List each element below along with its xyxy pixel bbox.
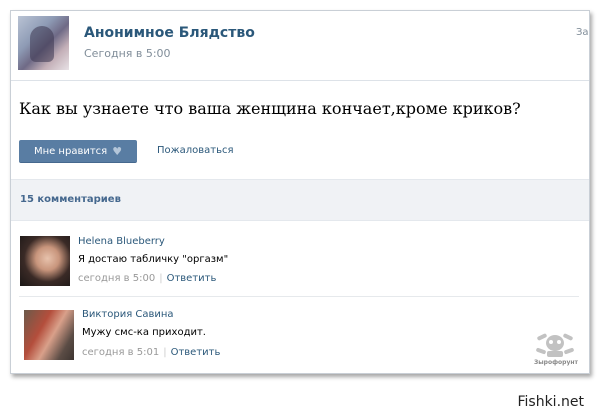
comment-meta: сегодня в 5:01 | Ответить [82,347,221,358]
reply-link[interactable]: Ответить [171,347,221,358]
like-label: Мне нравится [33,145,108,157]
comment-item: Helena Blueberry Я достаю табличку "орга… [11,229,589,299]
corner-mark: За [576,27,589,38]
divider [11,80,589,81]
post-text: Как вы узнаете что ваша женщина кончает,… [19,99,521,118]
comment-meta: сегодня в 5:00 | Ответить [78,273,217,284]
group-avatar[interactable] [18,16,69,70]
comment-time[interactable]: сегодня в 5:01 [82,347,159,358]
like-button[interactable]: Мне нравится ♥ [19,140,137,163]
site-credit: Fishki.net [517,394,584,410]
comments-header: 15 комментариев [11,179,589,221]
post-header: Анонимное Блядство Сегодня в 5:00 За [11,11,589,81]
comment-time[interactable]: сегодня в 5:00 [78,273,155,284]
post-date[interactable]: Сегодня в 5:00 [84,47,171,60]
comment-text: Мужу смс-ка приходит. [82,327,206,338]
reply-link[interactable]: Ответить [167,273,217,284]
divider [19,296,579,297]
post-card: Анонимное Блядство Сегодня в 5:00 За Как… [10,10,590,374]
avatar[interactable] [24,310,74,360]
watermark-text: Зырофорунт [533,359,578,366]
avatar[interactable] [20,236,70,286]
comment-author[interactable]: Виктория Савина [82,309,174,320]
report-link[interactable]: Пожаловаться [157,145,234,156]
comment-item: Виктория Савина Мужу смс-ка приходит. се… [11,303,589,373]
heart-icon: ♥ [112,144,123,158]
comment-text: Я достаю табличку "оргазм" [78,254,229,265]
group-name-link[interactable]: Анонимное Блядство [84,25,255,41]
comments-count[interactable]: 15 комментариев [20,194,121,205]
comment-author[interactable]: Helena Blueberry [78,236,165,247]
